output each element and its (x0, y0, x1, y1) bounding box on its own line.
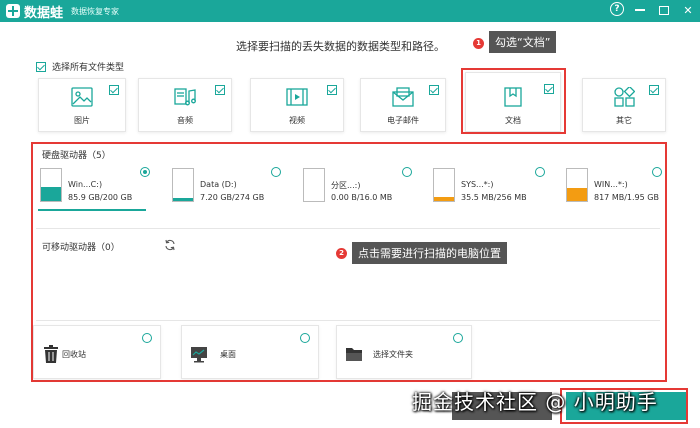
location-recycle-bin[interactable]: 回收站 (33, 325, 161, 379)
drive-size: 0.00 B/16.0 MB (331, 193, 393, 202)
filetype-label: 音频 (177, 116, 193, 125)
help-button[interactable]: ? (610, 2, 624, 16)
filetype-card-audio[interactable]: 音频 (138, 78, 232, 132)
callout-2-badge: 2 (336, 248, 347, 259)
select-all-label: 选择所有文件类型 (52, 63, 125, 73)
drive-icon (566, 168, 588, 202)
callout-2-text: 点击需要进行扫描的电脑位置 (352, 242, 507, 264)
app-logo: 数据蛙 (6, 2, 63, 21)
filetype-card-video[interactable]: 视频 (250, 78, 344, 132)
filetype-card-images[interactable]: 图片 (38, 78, 126, 132)
location-radio[interactable] (142, 333, 152, 343)
app-name: 数据蛙 (24, 5, 64, 21)
drive-radio[interactable] (652, 167, 662, 177)
refresh-icon[interactable] (164, 239, 176, 251)
trash-icon (44, 345, 58, 363)
location-label: 回收站 (62, 350, 86, 359)
filetype-card-email[interactable]: 电子邮件 (360, 78, 446, 132)
drive-size: 817 MB/1.95 GB (594, 193, 659, 202)
callout-1-text: 勾选“文档” (489, 31, 557, 53)
filetype-card-other[interactable]: 其它 (582, 78, 666, 132)
minimize-button[interactable] (632, 2, 648, 18)
location-desktop[interactable]: 桌面 (181, 325, 319, 379)
other-checkbox[interactable] (649, 85, 659, 95)
music-icon (174, 88, 196, 106)
instruction-text: 选择要扫描的丢失数据的数据类型和路径。 (236, 40, 445, 53)
drive-size: 85.9 GB/200 GB (68, 193, 133, 202)
drive-icon (433, 168, 455, 202)
checkbox-checked-icon (36, 61, 46, 72)
selected-drive-underline (38, 209, 146, 211)
drive-name: Data (D:) (200, 180, 237, 189)
maximize-button[interactable] (656, 2, 672, 18)
email-icon (392, 87, 414, 107)
filetype-label: 其它 (616, 116, 632, 125)
audio-checkbox[interactable] (215, 85, 225, 95)
filetype-label: 图片 (74, 116, 90, 125)
filetype-label: 视频 (289, 116, 305, 125)
location-label: 选择文件夹 (373, 350, 413, 359)
section-divider (36, 320, 660, 321)
drive-icon (40, 168, 62, 202)
drive-name: 分区...:) (331, 181, 361, 190)
logo-cross-icon (6, 4, 20, 18)
folder-icon (346, 348, 362, 361)
removable-drives-title: 可移动驱动器（0） (42, 243, 120, 253)
video-icon (286, 88, 308, 106)
desktop-icon (191, 347, 207, 363)
drive-radio[interactable] (535, 167, 545, 177)
select-all-checkbox[interactable]: 选择所有文件类型 (36, 60, 124, 73)
drive-size: 7.20 GB/274 GB (200, 193, 265, 202)
drive-radio[interactable] (402, 167, 412, 177)
section-divider (36, 228, 660, 229)
location-label: 桌面 (220, 350, 236, 359)
images-checkbox[interactable] (109, 85, 119, 95)
location-radio[interactable] (300, 333, 310, 343)
image-icon (71, 87, 93, 107)
close-button[interactable]: ✕ (680, 2, 696, 18)
video-checkbox[interactable] (327, 85, 337, 95)
drive-item[interactable]: WIN...*:) 817 MB/1.95 GB (566, 168, 666, 210)
other-icon (614, 87, 635, 107)
drive-name: Win...C:) (68, 180, 103, 189)
minimize-icon (635, 9, 645, 11)
drive-icon (172, 168, 194, 202)
watermark-text: 掘金技术社区 @ 小明助手 (412, 390, 658, 414)
app-subtitle: 数据恢复专家 (71, 6, 120, 16)
filetype-label: 电子邮件 (387, 116, 419, 125)
hard-drives-title: 硬盘驱动器（5） (42, 151, 111, 161)
location-radio[interactable] (453, 333, 463, 343)
maximize-icon (659, 5, 669, 15)
highlight-documents (461, 68, 566, 134)
callout-1-badge: 1 (473, 38, 484, 49)
title-bar: 数据蛙 数据恢复专家 ? ✕ (0, 0, 700, 22)
drive-name: SYS...*:) (461, 180, 494, 189)
drive-name: WIN...*:) (594, 180, 628, 189)
drive-icon (303, 168, 325, 202)
email-checkbox[interactable] (429, 85, 439, 95)
drive-radio-selected[interactable] (140, 167, 150, 177)
drive-size: 35.5 MB/256 MB (461, 193, 527, 202)
location-select-folder[interactable]: 选择文件夹 (336, 325, 472, 379)
drive-radio[interactable] (271, 167, 281, 177)
